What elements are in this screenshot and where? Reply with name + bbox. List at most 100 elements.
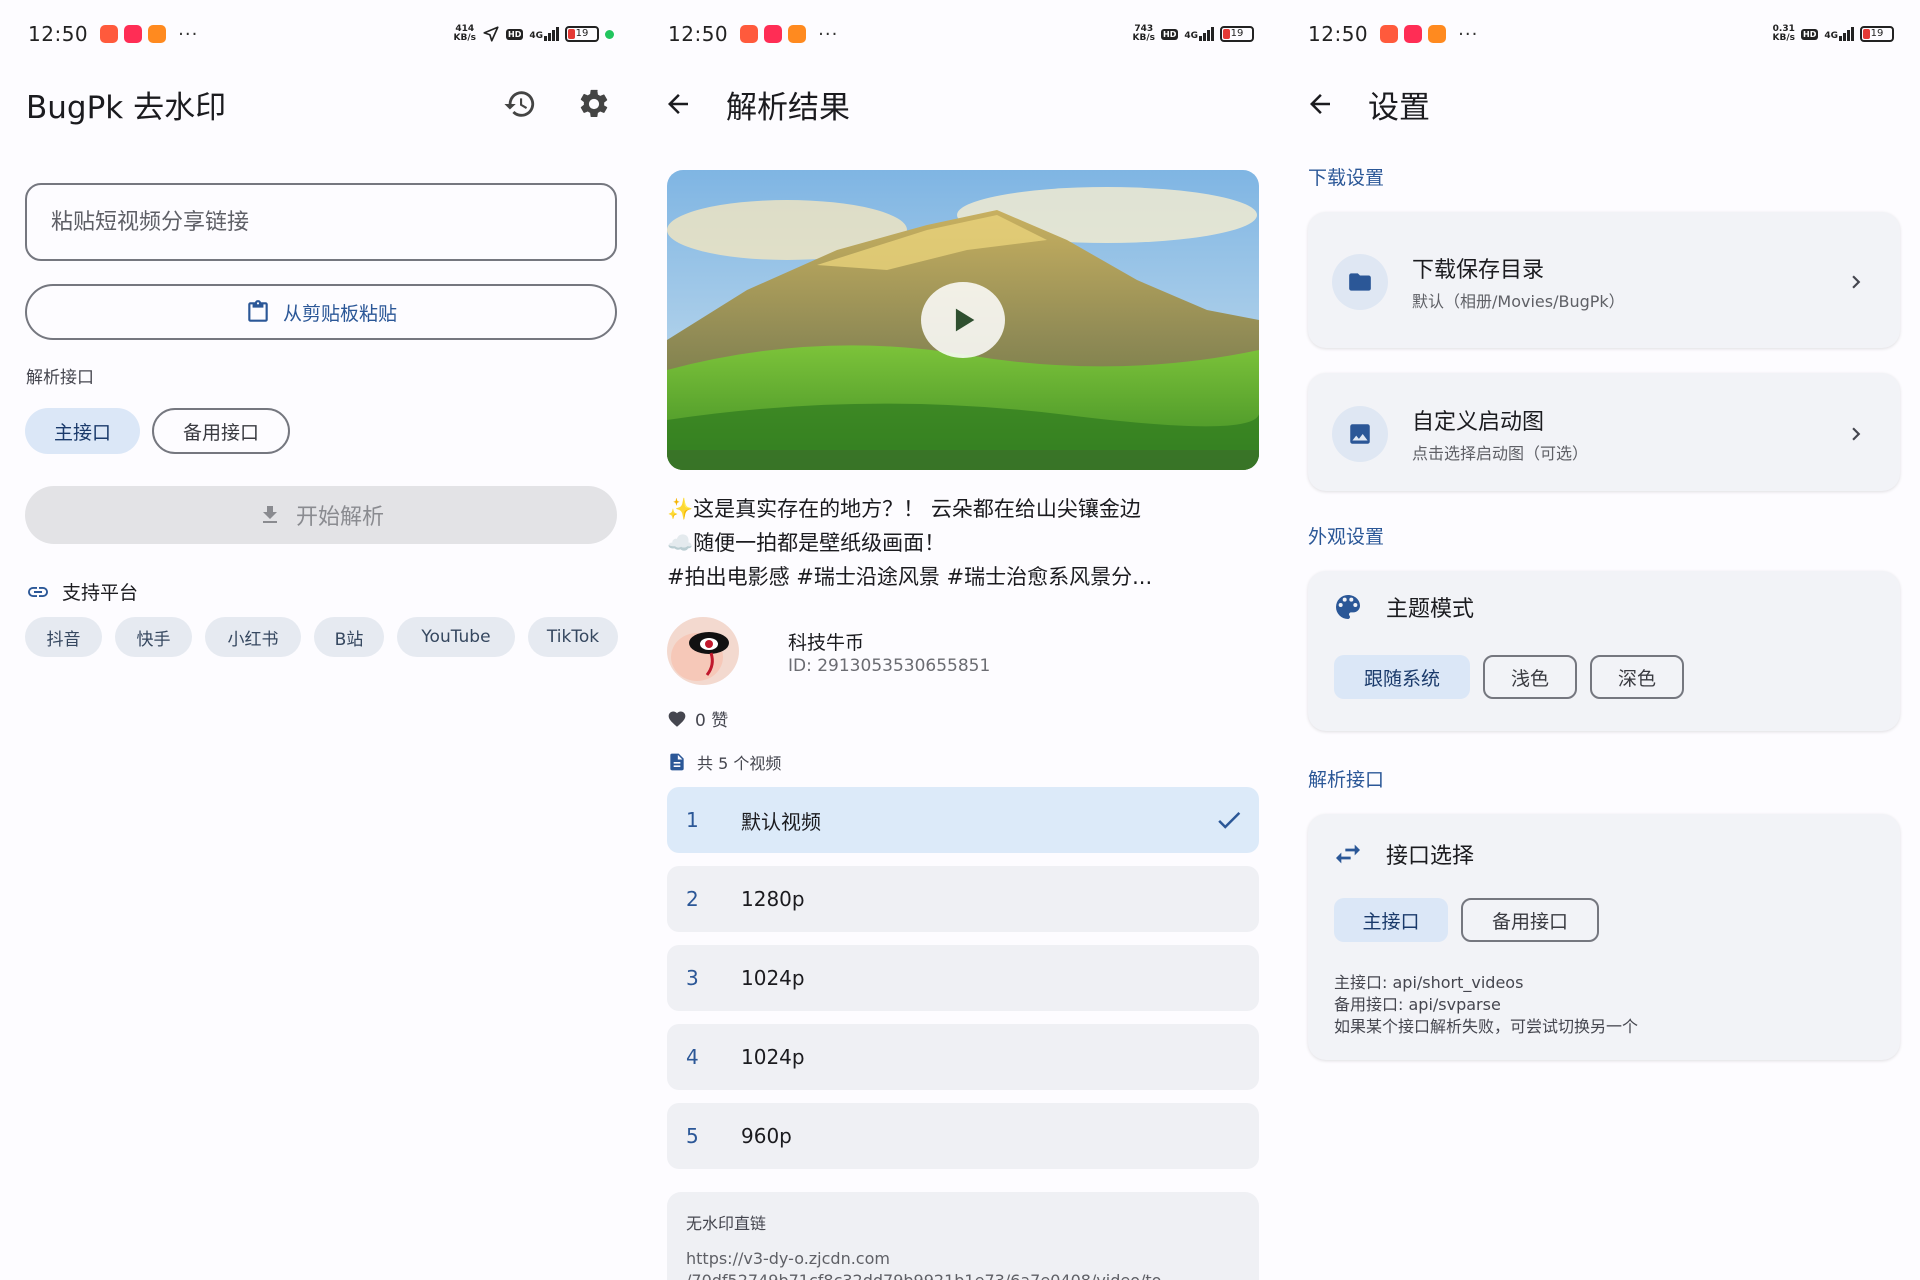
api-chip-backup[interactable]: 备用接口 bbox=[1461, 898, 1599, 942]
file-icon bbox=[670, 753, 684, 771]
platforms-label: 支持平台 bbox=[62, 582, 139, 604]
signal-icon: 4G bbox=[1824, 27, 1854, 41]
network-speed: 0.31 KB/s bbox=[1772, 24, 1795, 43]
notification-icons: ··· bbox=[1380, 24, 1478, 45]
status-indicators: 0.31 KB/s HD 4G 19 bbox=[1773, 25, 1894, 43]
api-chip-primary[interactable]: 主接口 bbox=[1334, 898, 1448, 942]
option-label: 1024p bbox=[741, 966, 805, 990]
option-index: 5 bbox=[686, 1124, 699, 1148]
app-notification-icon bbox=[1380, 25, 1399, 43]
status-indicators: 414 KB/s HD 4G 19 bbox=[454, 25, 614, 43]
platform-chip-bilibili[interactable]: B站 bbox=[314, 617, 384, 657]
link-icon bbox=[28, 586, 48, 597]
video-thumbnail[interactable] bbox=[667, 170, 1259, 470]
status-time: 12:50 bbox=[668, 22, 729, 46]
download-dir-card[interactable]: 下载保存目录 默认（相册/Movies/BugPk） bbox=[1308, 212, 1900, 348]
api-chip-primary[interactable]: 主接口 bbox=[25, 408, 140, 454]
api-info-line: 主接口: api/short_videos bbox=[1334, 973, 1524, 992]
page-title: BugPk 去水印 bbox=[26, 89, 227, 126]
clipboard-icon bbox=[248, 300, 268, 322]
theme-chip-system[interactable]: 跟随系统 bbox=[1334, 655, 1470, 699]
video-option-1[interactable]: 1 默认视频 bbox=[667, 787, 1259, 853]
signal-icon: 4G bbox=[529, 27, 559, 41]
result-screen: 12:50 ··· 743 KB/s HD 4G 19 解析结果 ✨这是真实存在… bbox=[640, 0, 1280, 1280]
platform-chip-kuaishou[interactable]: 快手 bbox=[115, 617, 192, 657]
app-notification-icon bbox=[1428, 25, 1447, 43]
chip-label: 主接口 bbox=[53, 421, 111, 444]
theme-chip-light[interactable]: 浅色 bbox=[1483, 655, 1577, 699]
palette-icon bbox=[1336, 595, 1360, 619]
folder-icon bbox=[1332, 254, 1388, 310]
url-line: https://v3-dy-o.zjcdn.com bbox=[686, 1249, 890, 1268]
play-button[interactable] bbox=[921, 282, 1005, 358]
theme-title: 主题模式 bbox=[1386, 597, 1475, 622]
notification-icons: ··· bbox=[100, 24, 198, 45]
api-info-text: 主接口: api/short_videos 备用接口: api/svparse … bbox=[1334, 972, 1638, 1038]
video-description: ✨这是真实存在的地方？！ 云朵都在给山尖镶金边 ☁️随便一拍都是壁纸级画面！ #… bbox=[667, 492, 1259, 594]
option-label: 默认视频 bbox=[741, 809, 821, 834]
app-bar: 设置 bbox=[1280, 76, 1920, 132]
video-option-4[interactable]: 4 1024p bbox=[667, 1024, 1259, 1090]
page-title: 设置 bbox=[1368, 89, 1430, 126]
video-option-5[interactable]: 5 960p bbox=[667, 1103, 1259, 1169]
api-select-card: 接口选择 主接口 备用接口 主接口: api/short_videos 备用接口… bbox=[1308, 814, 1900, 1060]
option-index: 1 bbox=[686, 808, 699, 832]
app-notification-icon bbox=[1404, 25, 1423, 43]
status-bar: 12:50 ··· 743 KB/s HD 4G 19 bbox=[668, 18, 1254, 50]
signal-icon: 4G bbox=[1184, 27, 1214, 41]
image-icon bbox=[1332, 406, 1388, 462]
direct-link-card[interactable]: 无水印直链 https://v3-dy-o.zjcdn.com /70df527… bbox=[667, 1192, 1259, 1280]
app-notification-icon bbox=[764, 25, 783, 43]
start-parse-button[interactable]: 开始解析 bbox=[25, 486, 617, 544]
battery-icon: 19 bbox=[1220, 26, 1254, 42]
paste-button-label: 从剪贴板粘贴 bbox=[282, 302, 397, 325]
back-button[interactable] bbox=[1298, 82, 1342, 126]
option-index: 3 bbox=[686, 966, 699, 990]
chip-label: 深色 bbox=[1617, 667, 1656, 690]
settings-button[interactable] bbox=[570, 80, 618, 128]
direct-link-url[interactable]: https://v3-dy-o.zjcdn.com /70df52749b71c… bbox=[686, 1248, 1240, 1280]
theme-chip-dark[interactable]: 深色 bbox=[1590, 655, 1684, 699]
chip-label: 主接口 bbox=[1362, 910, 1420, 933]
platform-chip-xiaohongshu[interactable]: 小红书 bbox=[205, 617, 301, 657]
splash-title: 自定义启动图 bbox=[1412, 410, 1545, 435]
gear-icon bbox=[580, 89, 608, 118]
chevron-right-icon bbox=[1836, 421, 1876, 447]
app-notification-icon bbox=[788, 25, 807, 43]
description-line: ✨这是真实存在的地方？！ 云朵都在给山尖镶金边 bbox=[667, 497, 1141, 521]
avatar[interactable] bbox=[667, 617, 739, 685]
share-link-input[interactable] bbox=[25, 183, 617, 261]
settings-screen: 12:50 ··· 0.31 KB/s HD 4G 19 设置 下载设置 下载保存… bbox=[1280, 0, 1920, 1280]
download-dir-row[interactable]: 下载保存目录 默认（相册/Movies/BugPk） bbox=[1308, 252, 1900, 312]
api-info-line: 备用接口: api/svparse bbox=[1334, 995, 1501, 1014]
video-option-2[interactable]: 2 1280p bbox=[667, 866, 1259, 932]
chip-label: 跟随系统 bbox=[1363, 667, 1440, 690]
back-button[interactable] bbox=[656, 82, 700, 126]
platform-chip-tiktok[interactable]: TikTok bbox=[528, 617, 618, 657]
home-screen: 12:50 ··· 414KB/s HD 4G 19 BugPk 去水印 从剪贴… bbox=[0, 0, 640, 1280]
direct-link-title: 无水印直链 bbox=[686, 1214, 767, 1233]
app-bar: 解析结果 bbox=[640, 76, 1280, 132]
platform-chip-youtube[interactable]: YouTube bbox=[397, 617, 515, 657]
history-button[interactable] bbox=[496, 80, 544, 128]
status-bar: 12:50 ··· 0.31 KB/s HD 4G 19 bbox=[1308, 18, 1894, 50]
splash-subtitle: 点击选择启动图（可选） bbox=[1412, 444, 1589, 463]
swap-icon bbox=[1336, 844, 1360, 864]
api-chip-backup[interactable]: 备用接口 bbox=[152, 408, 290, 454]
app-notification-icon bbox=[100, 25, 119, 43]
platform-chip-douyin[interactable]: 抖音 bbox=[25, 617, 102, 657]
download-icon bbox=[262, 506, 277, 523]
row-text: 下载保存目录 默认（相册/Movies/BugPk） bbox=[1412, 252, 1836, 312]
app-notification-icon bbox=[148, 25, 167, 43]
platform-label: TikTok bbox=[546, 627, 600, 647]
platform-label: 小红书 bbox=[227, 629, 279, 650]
history-icon bbox=[504, 91, 535, 117]
page-title: 解析结果 bbox=[726, 89, 850, 126]
splash-image-card[interactable]: 自定义启动图 点击选择启动图（可选） bbox=[1308, 373, 1900, 491]
more-notifications-icon: ··· bbox=[1458, 23, 1479, 45]
option-label: 1024p bbox=[741, 1045, 805, 1069]
video-option-3[interactable]: 3 1024p bbox=[667, 945, 1259, 1011]
splash-image-row[interactable]: 自定义启动图 点击选择启动图（可选） bbox=[1308, 404, 1900, 464]
arrow-back-icon bbox=[668, 94, 688, 114]
paste-from-clipboard-button[interactable]: 从剪贴板粘贴 bbox=[25, 284, 617, 340]
